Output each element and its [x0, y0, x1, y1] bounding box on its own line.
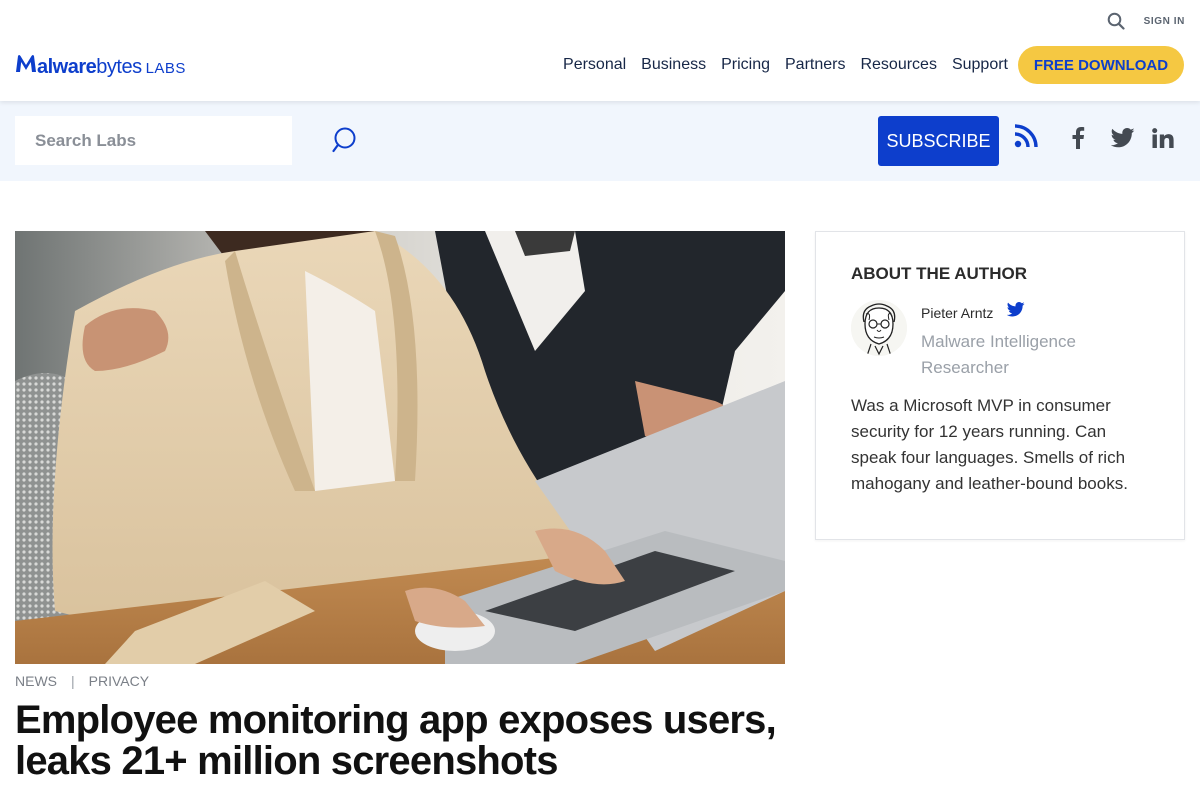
main-nav: Personal Business Pricing Partners Resou…: [563, 54, 1008, 76]
nav-item-business[interactable]: Business: [641, 56, 706, 74]
facebook-icon[interactable]: [1065, 125, 1091, 151]
utility-bar: SIGN IN: [1106, 10, 1185, 32]
author-bio: Was a Microsoft MVP in consumer security…: [851, 396, 1128, 493]
category-privacy-link[interactable]: PRIVACY: [89, 673, 149, 689]
nav-item-personal[interactable]: Personal: [563, 56, 626, 74]
logo-wordmark-bold: alware: [37, 56, 97, 78]
malwarebytes-m-icon: [15, 53, 37, 73]
author-role: Malware Intelligence Researcher: [921, 332, 1076, 377]
subscribe-button[interactable]: SUBSCRIBE: [878, 116, 999, 166]
logo-wordmark: alwarebytes: [37, 56, 142, 79]
nav-item-resources[interactable]: Resources: [860, 56, 936, 74]
nav-item-support[interactable]: Support: [952, 56, 1008, 74]
logo-wordmark-light: bytes: [96, 56, 142, 78]
nav-item-pricing[interactable]: Pricing: [721, 56, 770, 74]
free-download-button[interactable]: FREE DOWNLOAD: [1018, 46, 1184, 84]
about-author-card: ABOUT THE AUTHOR Pieter Arntz Malware In…: [815, 231, 1185, 540]
about-author-heading: ABOUT THE AUTHOR: [851, 264, 1027, 283]
search-submit-icon[interactable]: [332, 126, 362, 156]
rss-icon[interactable]: [1013, 123, 1039, 149]
nav-item-partners[interactable]: Partners: [785, 56, 845, 74]
author-twitter-icon[interactable]: [1006, 302, 1025, 318]
author-avatar: [851, 300, 907, 356]
category-separator: |: [71, 673, 75, 689]
search-icon[interactable]: [1106, 11, 1126, 31]
twitter-icon[interactable]: [1110, 125, 1136, 151]
malwarebytes-labs-logo[interactable]: alwarebytes LABS: [15, 53, 186, 79]
article-title: Employee monitoring app exposes users, l…: [15, 698, 777, 783]
sign-in-link[interactable]: SIGN IN: [1144, 16, 1185, 27]
logo-labs: LABS: [145, 60, 186, 77]
category-news-link[interactable]: NEWS: [15, 673, 57, 689]
article-hero-image: [15, 231, 785, 664]
article-categories: NEWS | PRIVACY: [15, 673, 149, 689]
site-header: SIGN IN alwarebytes LABS Personal Busine…: [0, 0, 1200, 101]
linkedin-icon[interactable]: [1150, 125, 1176, 151]
labs-subbar: SUBSCRIBE: [0, 101, 1200, 181]
search-labs-input[interactable]: [15, 116, 292, 165]
author-name[interactable]: Pieter Arntz: [921, 305, 993, 321]
